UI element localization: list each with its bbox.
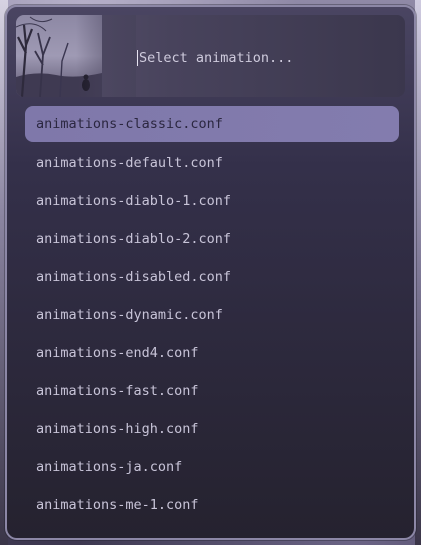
animation-list: animations-classic.conf animations-defau… [25, 106, 399, 524]
launcher-window: animations-classic.conf animations-defau… [5, 5, 416, 540]
list-item[interactable]: animations-end4.conf [25, 334, 399, 372]
search-input[interactable] [139, 50, 389, 66]
list-item[interactable]: animations-diablo-2.conf [25, 220, 399, 258]
list-item[interactable]: animations-ja.conf [25, 448, 399, 486]
list-item[interactable]: animations-dynamic.conf [25, 296, 399, 334]
list-item[interactable]: animations-classic.conf [25, 106, 399, 142]
list-item[interactable]: animations-diablo-1.conf [25, 182, 399, 220]
list-item[interactable]: animations-high.conf [25, 410, 399, 448]
list-item[interactable]: animations-default.conf [25, 144, 399, 182]
text-cursor [137, 50, 138, 66]
header-image-fade [76, 15, 136, 97]
list-item[interactable]: animations-fast.conf [25, 372, 399, 410]
list-item[interactable]: animations-me-1.conf [25, 486, 399, 524]
list-item[interactable]: animations-disabled.conf [25, 258, 399, 296]
search-header [16, 15, 405, 97]
search-field[interactable] [137, 48, 389, 68]
